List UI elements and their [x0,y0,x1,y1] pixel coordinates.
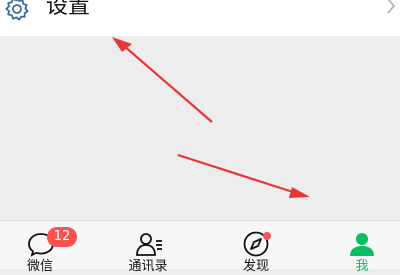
tab-label-discover: 发现 [242,259,269,274]
chevron-right-icon [385,0,397,16]
new-content-dot [263,232,271,240]
tab-me[interactable]: 我 [300,221,400,274]
tab-contacts[interactable]: 通讯录 [100,221,200,274]
tab-label-chats: 微信 [26,259,53,274]
profile-icon [347,229,377,259]
contacts-icon [134,229,164,259]
gear-icon [4,0,30,22]
tab-label-contacts: 通讯录 [128,259,168,274]
content-area [0,36,400,220]
tab-chats[interactable]: 12 微信 [0,221,100,274]
tab-label-me: 我 [355,259,369,274]
settings-row[interactable]: 设置 [0,0,400,36]
tab-discover[interactable]: 发现 [200,221,300,274]
bottom-tab-bar: 12 微信 通讯录 发现 我 [0,220,400,274]
settings-label: 设置 [46,0,91,19]
unread-badge: 12 [47,227,77,247]
